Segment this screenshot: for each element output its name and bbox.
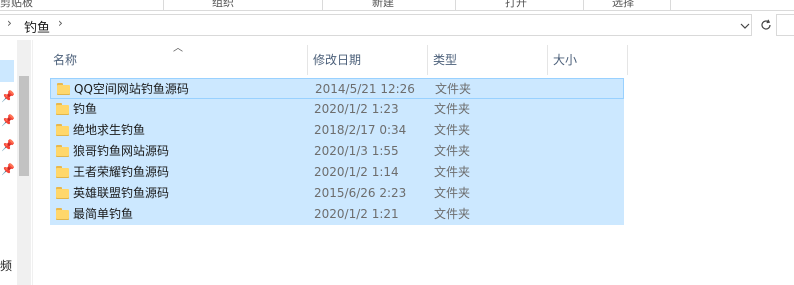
file-name: 绝地求生钓鱼 bbox=[73, 123, 146, 137]
column-headers: ︿ 名称 修改日期 类型 大小 bbox=[50, 43, 630, 75]
file-type: 文件夹 bbox=[434, 165, 471, 179]
column-header-size[interactable]: 大小 bbox=[550, 45, 627, 75]
column-divider[interactable] bbox=[427, 45, 428, 75]
file-date: 2015/6/26 2:23 bbox=[314, 186, 407, 200]
file-type: 文件夹 bbox=[434, 207, 471, 221]
nav-selected-item[interactable] bbox=[0, 60, 14, 82]
breadcrumb-root-chevron-icon[interactable]: › bbox=[7, 16, 12, 30]
file-date: 2020/1/2 1:23 bbox=[314, 102, 399, 116]
address-row: › 钓鱼 › bbox=[0, 11, 794, 40]
file-type: 文件夹 bbox=[434, 186, 471, 200]
breadcrumb-item[interactable]: 钓鱼 bbox=[24, 17, 50, 36]
pin-icon: 📌 bbox=[1, 163, 15, 176]
column-divider[interactable] bbox=[547, 45, 548, 75]
file-date: 2014/5/21 12:26 bbox=[315, 82, 415, 96]
file-row[interactable]: 王者荣耀钓鱼源码 2020/1/2 1:14 文件夹 bbox=[50, 162, 624, 183]
ribbon-separator bbox=[455, 0, 456, 10]
ribbon-label-open: 打开 bbox=[505, 0, 527, 9]
ribbon-separator bbox=[583, 0, 584, 10]
ribbon-label-select: 选择 bbox=[612, 0, 634, 9]
ribbon-group-labels: 剪贴板 组织 新建 打开 选择 bbox=[0, 0, 794, 11]
folder-icon bbox=[56, 166, 69, 178]
ribbon-label-clipboard: 剪贴板 bbox=[0, 0, 33, 9]
file-row[interactable]: QQ空间网站钓鱼源码 2014/5/21 12:26 文件夹 bbox=[50, 78, 624, 99]
column-header-type[interactable]: 类型 bbox=[430, 45, 547, 75]
file-name: 最简单钓鱼 bbox=[73, 207, 134, 221]
file-name: 狼哥钓鱼网站源码 bbox=[73, 144, 170, 158]
breadcrumb-chevron-icon[interactable]: › bbox=[58, 16, 63, 30]
file-date: 2020/1/2 1:21 bbox=[314, 207, 399, 221]
file-name: 王者荣耀钓鱼源码 bbox=[73, 165, 170, 179]
ribbon-separator bbox=[163, 0, 164, 10]
ribbon-separator bbox=[670, 0, 671, 10]
file-type: 文件夹 bbox=[434, 102, 471, 116]
refresh-icon[interactable] bbox=[756, 14, 776, 36]
file-name: 英雄联盟钓鱼源码 bbox=[73, 186, 170, 200]
file-name: 钓鱼 bbox=[73, 102, 98, 116]
nav-item-label[interactable]: 频 bbox=[0, 257, 12, 274]
folder-icon bbox=[56, 103, 69, 115]
pin-icon: 📌 bbox=[1, 114, 15, 127]
ribbon-separator bbox=[322, 0, 323, 10]
file-type: 文件夹 bbox=[434, 144, 471, 158]
column-divider[interactable] bbox=[627, 45, 628, 75]
folder-icon bbox=[56, 124, 69, 136]
column-divider[interactable] bbox=[307, 45, 308, 75]
file-row[interactable]: 英雄联盟钓鱼源码 2015/6/26 2:23 文件夹 bbox=[50, 183, 624, 204]
file-type: 文件夹 bbox=[435, 82, 472, 96]
folder-icon bbox=[56, 208, 69, 220]
folder-icon bbox=[57, 83, 70, 95]
folder-icon bbox=[56, 145, 69, 157]
file-date: 2020/1/3 1:55 bbox=[314, 144, 399, 158]
file-row[interactable]: 狼哥钓鱼网站源码 2020/1/3 1:55 文件夹 bbox=[50, 141, 624, 162]
pin-icon: 📌 bbox=[1, 90, 15, 103]
nav-scrollbar-thumb[interactable] bbox=[19, 76, 29, 176]
column-header-date-modified[interactable]: 修改日期 bbox=[310, 45, 427, 75]
folder-icon bbox=[56, 187, 69, 199]
ribbon-label-organize: 组织 bbox=[212, 0, 234, 9]
file-type: 文件夹 bbox=[434, 123, 471, 137]
search-input[interactable] bbox=[776, 14, 794, 36]
ribbon-label-new: 新建 bbox=[372, 0, 394, 9]
file-row[interactable]: 钓鱼 2020/1/2 1:23 文件夹 bbox=[50, 99, 624, 120]
file-date: 2020/1/2 1:14 bbox=[314, 165, 399, 179]
pin-icon: 📌 bbox=[1, 139, 15, 152]
address-bar[interactable]: › 钓鱼 › bbox=[0, 14, 752, 36]
file-name: QQ空间网站钓鱼源码 bbox=[74, 82, 189, 96]
column-header-name[interactable]: 名称 bbox=[50, 45, 307, 75]
file-row[interactable]: 绝地求生钓鱼 2018/2/17 0:34 文件夹 bbox=[50, 120, 624, 141]
file-date: 2018/2/17 0:34 bbox=[314, 123, 407, 137]
chevron-down-icon[interactable] bbox=[738, 16, 752, 36]
file-row[interactable]: 最简单钓鱼 2020/1/2 1:21 文件夹 bbox=[50, 204, 624, 225]
